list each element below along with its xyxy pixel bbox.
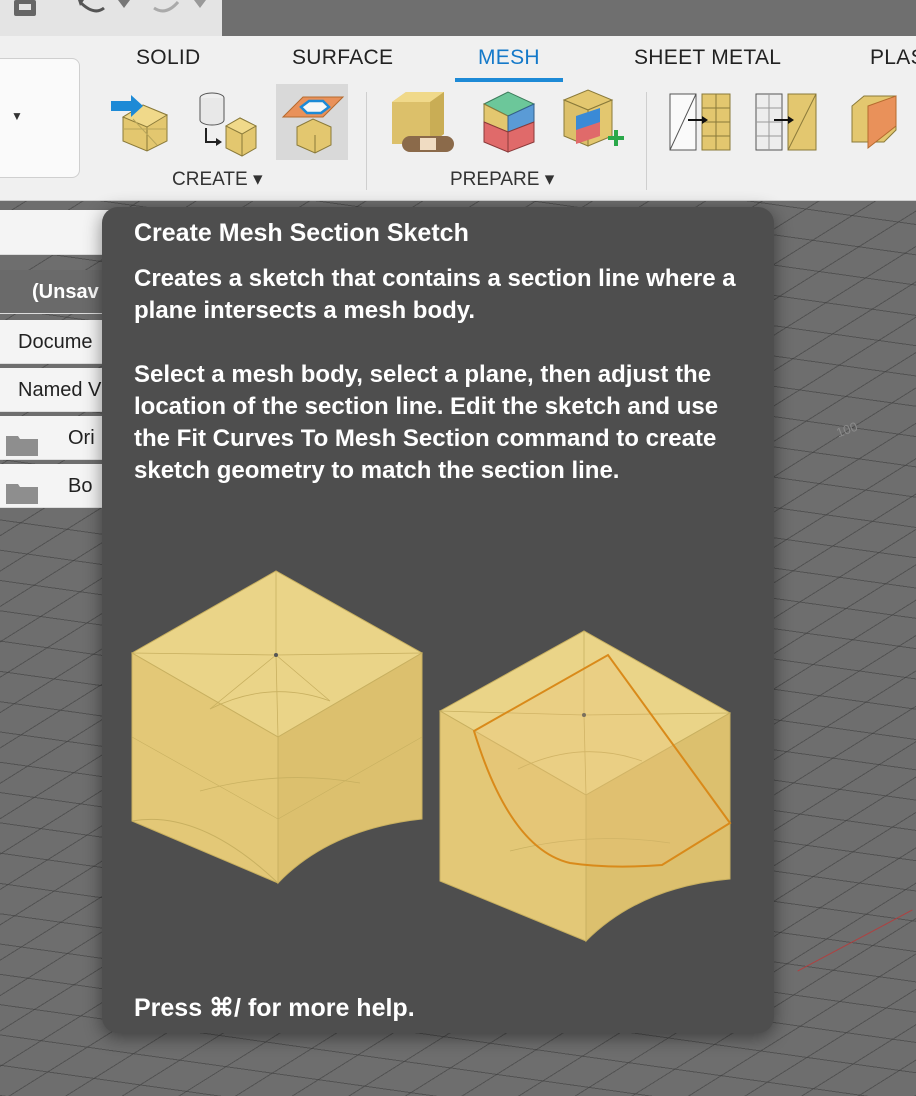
remesh-button[interactable]: [472, 84, 544, 160]
tooltip-instructions: Select a mesh body, select a plane, then…: [134, 361, 719, 484]
create-group-label[interactable]: CREATE ▾: [172, 168, 263, 191]
convert-mesh-button[interactable]: [664, 84, 736, 160]
group-separator: [366, 92, 367, 190]
ruler-label: 100: [834, 418, 860, 441]
tooltip-help-hint: Press ⌘/ for more help.: [134, 994, 415, 1022]
folder-icon: [6, 476, 38, 504]
tab-sheet-metal[interactable]: SHEET METAL: [634, 46, 781, 70]
convert-mesh-icon: [669, 93, 731, 151]
axis-line: [797, 909, 913, 972]
tessellate-button[interactable]: [190, 84, 262, 160]
remesh-icon: [482, 91, 536, 153]
insert-mesh-icon: [111, 95, 169, 152]
tab-surface[interactable]: SURFACE: [292, 46, 393, 70]
mesh-section-illustration: [130, 570, 732, 943]
browser-item-document-settings[interactable]: Docume: [0, 320, 110, 364]
convert-faceted-button[interactable]: [750, 84, 822, 160]
browser-item-bodies[interactable]: Bo: [0, 464, 110, 508]
insert-mesh-button[interactable]: [108, 84, 180, 160]
prepare-group-label[interactable]: PREPARE ▾: [450, 168, 554, 191]
plane-cut-icon: [851, 95, 897, 150]
chevron-down-icon: ▾: [544, 169, 555, 190]
tab-plastic[interactable]: PLAS: [870, 46, 916, 70]
command-tooltip: Create Mesh Section Sketch Creates a ske…: [102, 207, 774, 1033]
repair-button[interactable]: [384, 84, 456, 160]
convert-faceted-icon: [755, 93, 817, 151]
undo-icon[interactable]: [74, 0, 134, 18]
ribbon-toolbar: ▼ SOLID SURFACE MESH SHEET METAL PLAS: [0, 36, 916, 201]
workspace-dropdown[interactable]: ▼: [0, 58, 80, 178]
save-icon[interactable]: [12, 0, 38, 18]
tooltip-title: Create Mesh Section Sketch: [134, 219, 469, 247]
mesh-section-sketch-icon: [281, 96, 345, 154]
repair-icon: [392, 92, 454, 152]
create-mesh-section-sketch-button[interactable]: [276, 84, 348, 160]
folder-icon: [6, 428, 38, 456]
quick-access-bar: [0, 0, 222, 36]
redo-icon[interactable]: [150, 0, 212, 18]
browser-root-item[interactable]: (Unsav: [0, 270, 110, 314]
browser-item-origin[interactable]: Ori: [0, 416, 110, 460]
tessellate-icon: [199, 92, 258, 157]
plane-cut-button[interactable]: [838, 84, 910, 160]
tab-solid[interactable]: SOLID: [136, 46, 201, 70]
generate-face-groups-button[interactable]: [556, 84, 628, 160]
mesh-body-left: [130, 570, 424, 885]
browser-panel: (Unsav Docume Named V Ori Bo: [0, 210, 110, 510]
browser-item-named-views[interactable]: Named V: [0, 368, 110, 412]
face-groups-icon: [562, 89, 624, 147]
group-separator: [646, 92, 647, 190]
tab-mesh[interactable]: MESH: [478, 46, 540, 70]
active-tab-indicator: [455, 78, 563, 82]
chevron-down-icon: ▾: [252, 169, 263, 190]
chevron-down-icon: ▼: [11, 109, 23, 123]
browser-toolbar: [0, 210, 110, 255]
mesh-body-right: [438, 630, 732, 943]
tooltip-description: Creates a sketch that contains a section…: [134, 265, 736, 324]
